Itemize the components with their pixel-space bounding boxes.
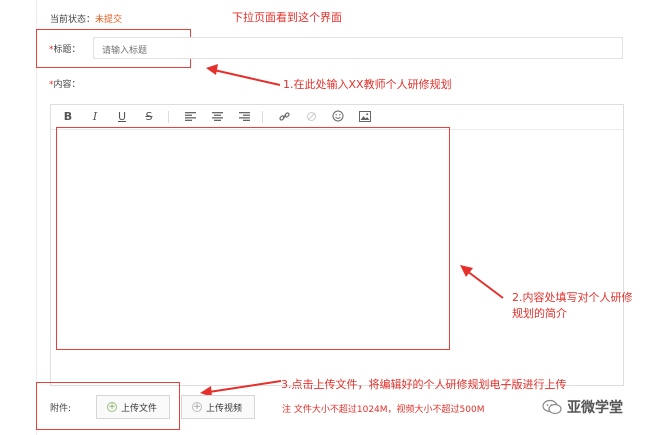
link-icon (278, 111, 290, 121)
watermark-text: 亚微学堂 (567, 400, 623, 416)
upload-video-label: 上传视频 (206, 403, 243, 414)
strikethrough-button[interactable]: S (140, 105, 158, 127)
watermark: 亚微学堂 (542, 397, 623, 417)
align-left-icon (184, 111, 196, 121)
status-row: 当前状态：未提交 (50, 12, 122, 25)
toolbar-divider (168, 111, 169, 123)
upload-file-label: 上传文件 (121, 403, 158, 414)
smiley-icon (332, 110, 344, 122)
title-input[interactable] (94, 41, 622, 61)
content-label: 内容： (53, 80, 81, 90)
bold-button[interactable]: B (59, 105, 77, 127)
annotation-step2-line2: 规划的简介 (512, 307, 567, 320)
unlink-button[interactable] (302, 105, 320, 127)
wechat-icon (542, 399, 562, 415)
status-value: 未提交 (95, 15, 123, 25)
arrow-step1-icon (206, 64, 281, 86)
status-label: 当前状态： (50, 15, 96, 25)
highlight-content-box (56, 127, 450, 350)
toolbar-divider (262, 111, 263, 123)
annotation-step1: 1.在此处输入XX教师个人研修规划 (283, 78, 452, 91)
emoji-button[interactable] (329, 105, 347, 127)
image-button[interactable] (356, 105, 374, 127)
plus-circle-icon: + (107, 402, 117, 412)
align-left-button[interactable] (181, 105, 199, 127)
annotation-step3: 3.点击上传文件，将编辑好的个人研修规划电子版进行上传 (281, 378, 567, 391)
italic-button[interactable]: I (86, 105, 104, 127)
content-label-row: *内容： (49, 77, 81, 90)
title-input-box[interactable] (93, 37, 623, 61)
annotation-step2: 2.内容处填写对个人研修 规划的简介 (512, 290, 633, 322)
align-right-button[interactable] (235, 105, 253, 127)
align-center-button[interactable] (208, 105, 226, 127)
arrow-step2-icon (460, 265, 504, 299)
align-right-icon (238, 111, 250, 121)
plus-circle-icon: + (192, 402, 202, 412)
image-icon (359, 110, 371, 122)
attachment-label: 附件: (50, 404, 72, 414)
unlink-icon (306, 111, 316, 121)
upload-video-button[interactable]: + 上传视频 (181, 395, 255, 419)
link-button[interactable] (275, 105, 293, 127)
upload-file-button[interactable]: + 上传文件 (96, 395, 170, 419)
annotation-step2-line1: 2.内容处填写对个人研修 (512, 291, 633, 304)
align-center-icon (211, 111, 223, 121)
annotation-top: 下拉页面看到这个界面 (232, 11, 342, 24)
title-label-row: *标题： (49, 42, 81, 55)
title-label: 标题： (53, 45, 81, 55)
attachment-note: 注 文件大小不超过1024M，视频大小不超过500M (282, 405, 485, 415)
underline-button[interactable]: U (113, 105, 131, 127)
